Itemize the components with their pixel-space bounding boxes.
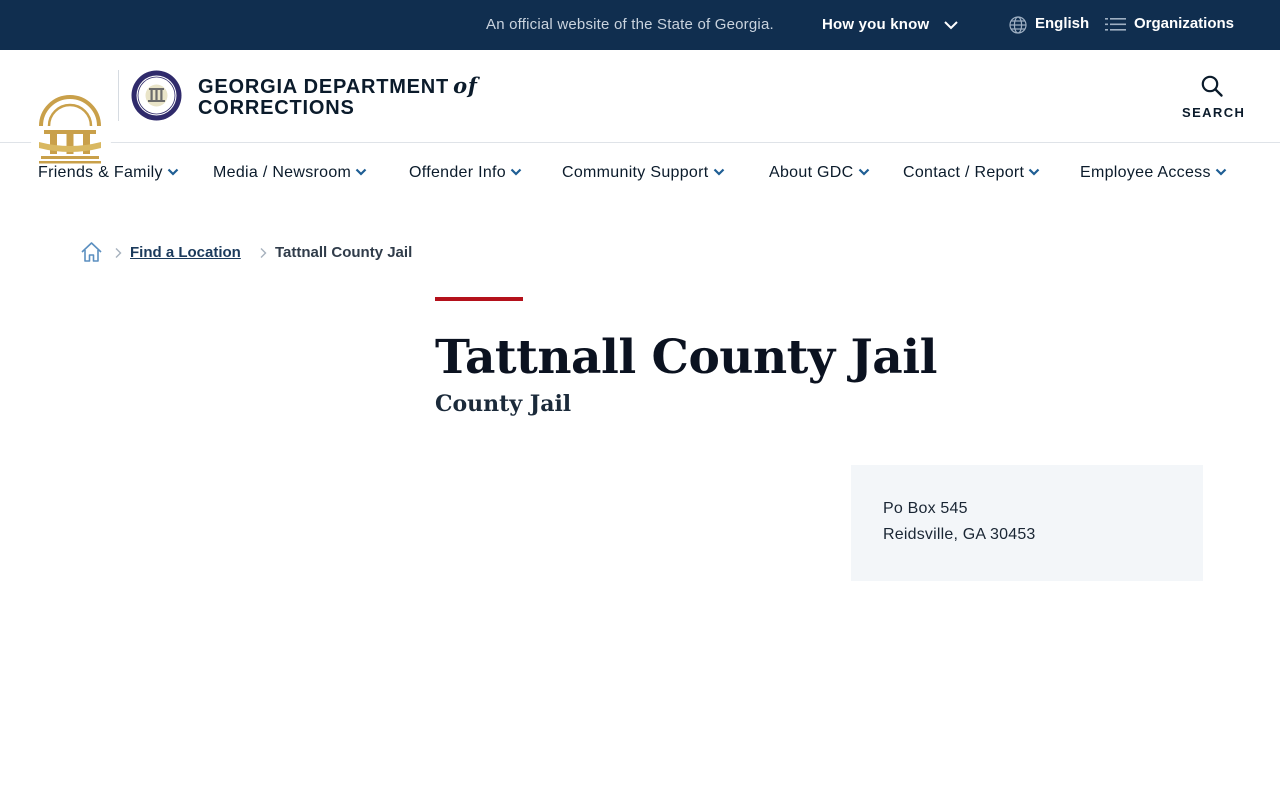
chevron-down-icon <box>355 168 367 176</box>
nav-label: Community Support <box>562 164 709 181</box>
title-accent-bar <box>435 297 523 301</box>
chevron-down-icon <box>858 168 869 176</box>
chevron-down-icon[interactable] <box>943 17 959 33</box>
language-selector[interactable]: English <box>1035 15 1089 32</box>
nav-employee-access[interactable]: Employee Access <box>1080 164 1227 182</box>
page-subtitle: County Jail <box>435 391 572 417</box>
nav-contact-report[interactable]: Contact / Report <box>903 164 1040 182</box>
nav-label: Offender Info <box>409 164 507 181</box>
organizations-link[interactable]: Organizations <box>1134 15 1234 32</box>
department-name-line2[interactable]: CORRECTIONS <box>198 97 355 120</box>
nav-label: Employee Access <box>1080 164 1211 181</box>
search-label: SEARCH <box>1182 105 1246 120</box>
chevron-down-icon <box>1029 168 1040 176</box>
nav-offender-info[interactable]: Offender Info <box>409 164 522 182</box>
chevron-right-icon <box>115 248 122 258</box>
department-name-of: of <box>453 73 478 98</box>
chevron-down-icon <box>713 168 724 176</box>
how-you-know-button[interactable]: How you know <box>822 16 929 33</box>
main-navigation: Friends & Family Media / Newsroom Offend… <box>0 143 1280 205</box>
search-button[interactable]: SEARCH <box>1176 72 1248 124</box>
chevron-down-icon <box>1215 168 1227 176</box>
nav-about-gdc[interactable]: About GDC <box>769 164 870 182</box>
gdc-seal-icon[interactable] <box>131 70 182 121</box>
list-icon[interactable] <box>1105 16 1126 33</box>
chevron-right-icon <box>260 248 267 258</box>
breadcrumb-current: Tattnall County Jail <box>275 244 413 261</box>
breadcrumb-find-location-link[interactable]: Find a Location <box>130 244 241 261</box>
nav-label: Media / Newsroom <box>213 164 352 181</box>
header-divider <box>118 70 119 121</box>
chevron-down-icon <box>167 168 179 176</box>
globe-icon[interactable] <box>1008 15 1028 35</box>
official-banner: An official website of the State of Geor… <box>0 0 1280 50</box>
chevron-down-icon <box>510 168 522 176</box>
page-title: Tattnall County Jail <box>435 330 937 385</box>
department-name[interactable]: GEORGIA DEPARTMENT of <box>198 73 478 99</box>
home-icon[interactable] <box>80 241 103 263</box>
nav-media-newsroom[interactable]: Media / Newsroom <box>213 164 367 182</box>
nav-label: Friends & Family <box>38 164 163 181</box>
address-line2: Reidsville, GA 30453 <box>883 526 1036 543</box>
site-header: GEORGIA DEPARTMENT of CORRECTIONS SEARCH <box>0 50 1280 168</box>
search-icon <box>1201 75 1223 97</box>
nav-label: About GDC <box>769 164 854 181</box>
department-name-line1: GEORGIA DEPARTMENT <box>198 76 450 98</box>
address-card: Po Box 545 Reidsville, GA 30453 <box>851 465 1203 581</box>
nav-friends-family[interactable]: Friends & Family <box>38 164 179 182</box>
official-site-text: An official website of the State of Geor… <box>486 16 774 33</box>
nav-label: Contact / Report <box>903 164 1025 181</box>
nav-community-support[interactable]: Community Support <box>562 164 725 182</box>
address-line1: Po Box 545 <box>883 500 968 517</box>
